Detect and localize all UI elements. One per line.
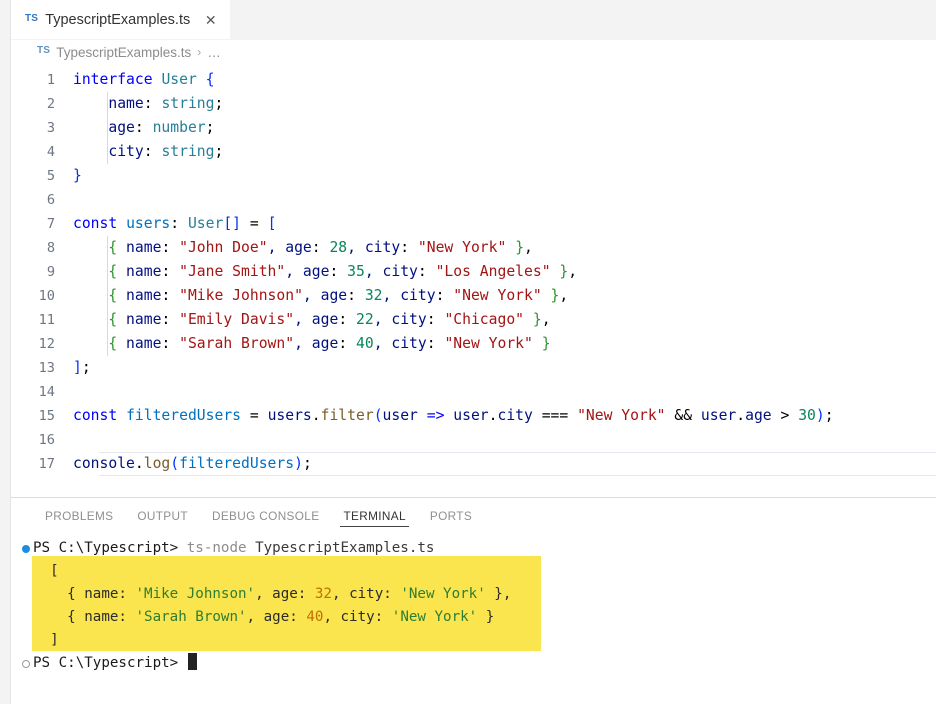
terminal-line: ] (11, 629, 936, 652)
indent-guide (107, 92, 108, 116)
editor-tab-label: TypescriptExamples.ts (45, 11, 191, 28)
code-line-text: { name: "Mike Johnson", age: 32, city: "… (108, 287, 569, 304)
terminal-line-text: PS C:\Typescript> ts-node TypescriptExam… (33, 540, 435, 556)
indent-guide (107, 140, 108, 164)
code-line[interactable]: 7 const users: User[] = [ (11, 212, 936, 236)
code-line[interactable]: 6 (11, 188, 936, 212)
indent-guide (107, 236, 108, 260)
code-line[interactable]: 15 const filteredUsers = users.filter(use… (11, 404, 936, 428)
command-success-dot-icon (19, 544, 33, 553)
code-line[interactable]: 8 { name: "John Doe", age: 28, city: "Ne… (11, 236, 936, 260)
line-number: 9 (46, 264, 55, 280)
command-pending-ring-icon (19, 659, 33, 668)
code-line-text: age: number; (73, 119, 215, 136)
terminal-line: [ (11, 560, 936, 583)
indent-guide (107, 332, 108, 356)
code-line-text: ]; (73, 359, 91, 376)
indent-guide (107, 308, 108, 332)
code-line-text: name: string; (73, 95, 224, 112)
terminal-line: { name: 'Sarah Brown', age: 40, city: 'N… (11, 606, 936, 629)
editor-tab-typescriptexamples[interactable]: TS TypescriptExamples.ts ✕ (11, 0, 231, 39)
code-line[interactable]: 12 { name: "Sarah Brown", age: 40, city:… (11, 332, 936, 356)
panel-tab-ports[interactable]: PORTS (418, 498, 484, 533)
code-line-text: console.log(filteredUsers); (73, 455, 312, 472)
panel-tab-problems[interactable]: PROBLEMS (33, 498, 125, 533)
code-line-text: } (73, 167, 82, 184)
line-number: 13 (38, 360, 55, 376)
indent-guide (107, 116, 108, 140)
chevron-right-icon: › (197, 45, 202, 59)
terminal-line: PS C:\Typescript> (11, 652, 936, 675)
code-line-text: const filteredUsers = users.filter(user … (73, 407, 834, 424)
command-pending-ring-icon (22, 659, 30, 668)
code-line[interactable]: 10 { name: "Mike Johnson", age: 32, city… (11, 284, 936, 308)
terminal-cursor (187, 653, 197, 670)
command-success-dot-icon (22, 544, 30, 553)
code-line[interactable]: 16 (11, 428, 936, 452)
editor-tab-bar: TS TypescriptExamples.ts ✕ (11, 0, 936, 40)
code-line[interactable]: 17 console.log(filteredUsers); (11, 452, 936, 476)
code-line-text: { name: "Jane Smith", age: 35, city: "Lo… (108, 263, 578, 280)
activity-bar-edge (0, 0, 11, 704)
code-line-text: const users: User[] = [ (73, 215, 277, 232)
bottom-panel: PROBLEMS OUTPUT DEBUG CONSOLE TERMINAL PORTS… (11, 497, 936, 704)
terminal-line-text: [ (33, 563, 59, 579)
code-line[interactable]: 14 (11, 380, 936, 404)
line-number: 10 (38, 288, 55, 304)
close-icon[interactable]: ✕ (201, 10, 220, 29)
line-number: 4 (46, 144, 55, 160)
line-number: 12 (38, 336, 55, 352)
typescript-file-icon: TS (25, 12, 39, 24)
terminal-line-text: { name: 'Sarah Brown', age: 40, city: 'N… (33, 609, 495, 625)
terminal-line: { name: 'Mike Johnson', age: 32, city: '… (11, 583, 936, 606)
terminal-output[interactable]: PS C:\Typescript> ts-node TypescriptExam… (11, 533, 936, 704)
panel-tab-bar: PROBLEMS OUTPUT DEBUG CONSOLE TERMINAL PORTS (11, 498, 936, 533)
line-number: 6 (46, 192, 55, 208)
terminal-line: PS C:\Typescript> ts-node TypescriptExam… (11, 537, 936, 560)
line-number: 16 (38, 432, 55, 448)
code-line[interactable]: 5} (11, 164, 936, 188)
terminal-line-text: { name: 'Mike Johnson', age: 32, city: '… (33, 586, 512, 602)
line-number: 11 (38, 312, 55, 328)
code-line[interactable]: 9 { name: "Jane Smith", age: 35, city: "… (11, 260, 936, 284)
line-number: 15 (38, 408, 55, 424)
editor-group: TS TypescriptExamples.ts ✕ TS Typescript… (11, 0, 936, 497)
breadcrumb-overflow[interactable]: … (207, 45, 222, 60)
panel-tab-debug-console[interactable]: DEBUG CONSOLE (200, 498, 331, 533)
line-number: 7 (46, 216, 55, 232)
code-line-text: { name: "Emily Davis", age: 22, city: "C… (108, 311, 551, 328)
code-line[interactable]: 4 city: string; (11, 140, 936, 164)
line-number: 1 (46, 72, 55, 88)
editor-tab-bar-empty (230, 0, 936, 39)
line-number: 2 (46, 96, 55, 112)
vscode-window: TS TypescriptExamples.ts ✕ TS Typescript… (0, 0, 936, 704)
code-line-text: { name: "John Doe", age: 28, city: "New … (108, 239, 533, 256)
line-number: 8 (46, 240, 55, 256)
line-number: 17 (38, 456, 55, 472)
breadcrumb: TS TypescriptExamples.ts › … (11, 40, 936, 64)
code-line-text: interface User { (73, 71, 215, 88)
workbench: TS TypescriptExamples.ts ✕ TS Typescript… (11, 0, 936, 704)
code-line[interactable]: 3 age: number; (11, 116, 936, 140)
breadcrumb-file-icon: TS (37, 45, 51, 56)
code-line[interactable]: 13]; (11, 356, 936, 380)
panel-tab-output[interactable]: OUTPUT (125, 498, 200, 533)
line-number: 5 (46, 168, 55, 184)
code-line-text: { name: "Sarah Brown", age: 40, city: "N… (108, 335, 551, 352)
code-line[interactable]: 1 interface User { (11, 68, 936, 92)
line-number: 3 (46, 120, 55, 136)
code-line[interactable]: 11 { name: "Emily Davis", age: 22, city:… (11, 308, 936, 332)
panel-tab-terminal[interactable]: TERMINAL (331, 498, 417, 533)
terminal-line-text: PS C:\Typescript> (33, 652, 197, 675)
terminal-line-text: ] (33, 632, 59, 648)
indent-guide (107, 284, 108, 308)
breadcrumb-file-name[interactable]: TypescriptExamples.ts (56, 45, 191, 60)
code-line-text: city: string; (73, 143, 224, 160)
code-line[interactable]: 2 name: string; (11, 92, 936, 116)
line-number: 14 (38, 384, 55, 400)
indent-guide (107, 260, 108, 284)
code-editor[interactable]: 1 interface User {2 name: string; 3 age: n… (11, 64, 936, 497)
